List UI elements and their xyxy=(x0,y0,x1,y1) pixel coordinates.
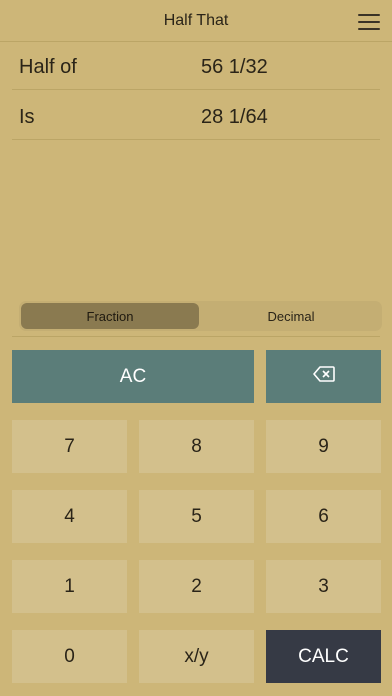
digit-4-button[interactable]: 4 xyxy=(12,490,127,543)
input-row[interactable]: Half of 56 1/32 xyxy=(12,42,380,90)
divider xyxy=(12,336,380,337)
digit-1-button[interactable]: 1 xyxy=(12,560,127,613)
digit-7-button[interactable]: 7 xyxy=(12,420,127,473)
digit-2-button[interactable]: 2 xyxy=(139,560,254,613)
digit-9-button[interactable]: 9 xyxy=(266,420,381,473)
calc-button[interactable]: CALC xyxy=(266,630,381,683)
backspace-icon xyxy=(312,365,335,388)
digit-6-button[interactable]: 6 xyxy=(266,490,381,543)
clear-button[interactable]: AC xyxy=(12,350,254,403)
result-label: Is xyxy=(19,106,35,128)
digit-8-button[interactable]: 8 xyxy=(139,420,254,473)
digit-0-button[interactable]: 0 xyxy=(12,630,127,683)
digit-5-button[interactable]: 5 xyxy=(139,490,254,543)
top-bar: Half That xyxy=(0,0,392,42)
input-label: Half of xyxy=(19,56,77,78)
fraction-option[interactable]: Fraction xyxy=(21,303,199,329)
decimal-option[interactable]: Decimal xyxy=(202,303,380,329)
input-value[interactable]: 56 1/32 xyxy=(201,56,268,79)
backspace-button[interactable] xyxy=(266,350,381,403)
mode-toggle: Fraction Decimal xyxy=(19,301,382,331)
page-title: Half That xyxy=(163,12,229,29)
result-value: 28 1/64 xyxy=(201,106,268,128)
fraction-button[interactable]: x/y xyxy=(139,630,254,683)
hamburger-menu-icon[interactable] xyxy=(358,14,380,30)
digit-3-button[interactable]: 3 xyxy=(266,560,381,613)
result-row: Is 28 1/64 xyxy=(12,92,380,140)
